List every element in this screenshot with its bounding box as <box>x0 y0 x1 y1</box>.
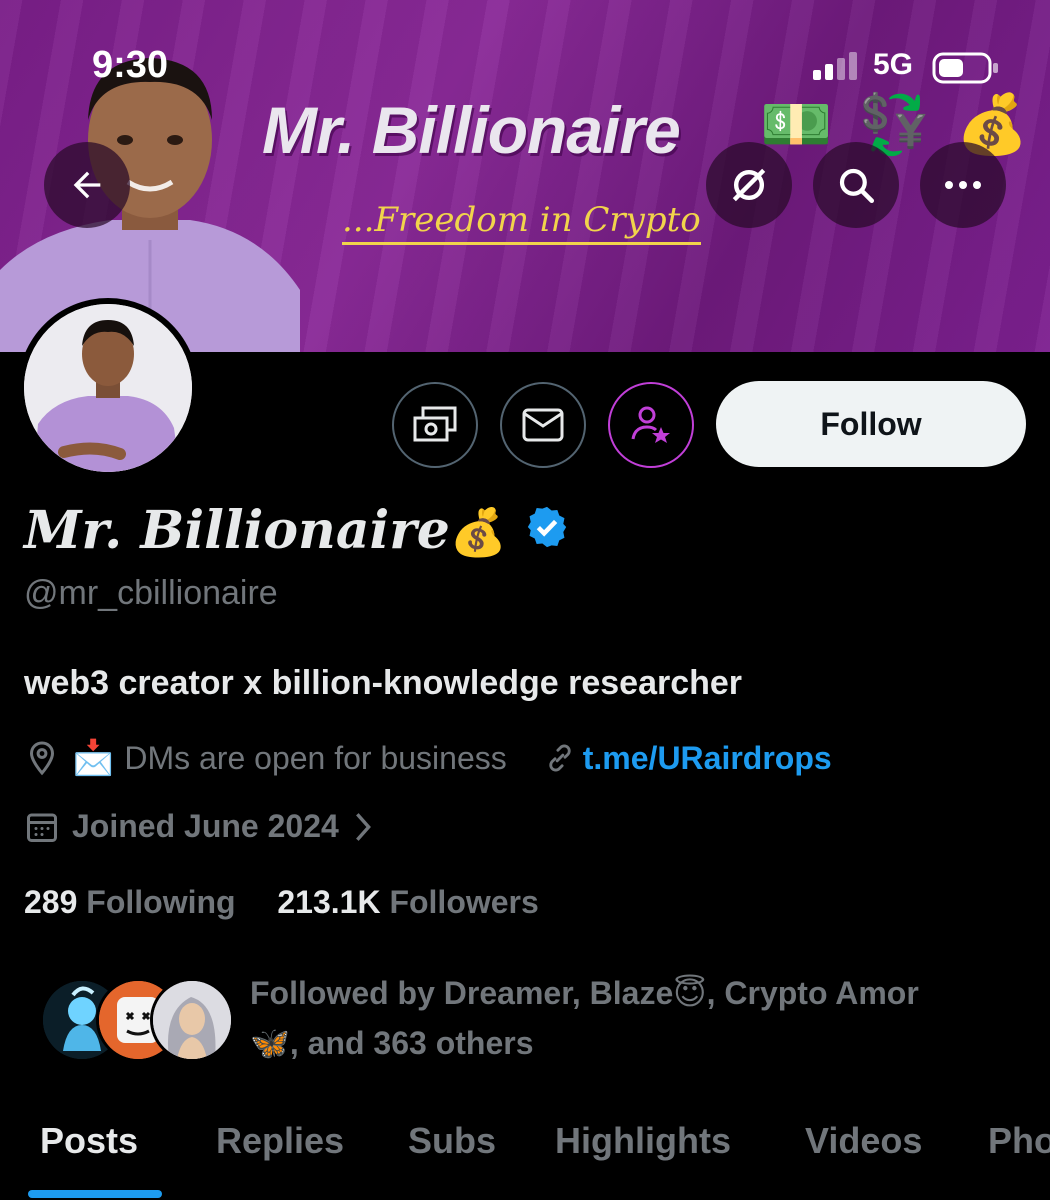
followers-count: 213.1K <box>277 884 381 920</box>
followers-link[interactable]: 213.1K Followers <box>277 884 538 920</box>
profile-meta-row: 📩 DMs are open for business t.me/URairdr… <box>24 738 832 778</box>
profile-link[interactable]: t.me/URairdrops <box>583 740 832 777</box>
followed-by-line-1: Followed by Dreamer, Blaze😇, Crypto Amor <box>250 975 919 1011</box>
grok-button[interactable] <box>706 142 792 228</box>
following-label: Following <box>86 884 236 920</box>
tab-subs[interactable]: Subs <box>408 1120 496 1162</box>
banner-title: Mr. Billionaire <box>262 93 681 167</box>
tab-photos[interactable]: Pho <box>988 1120 1050 1162</box>
arrow-left-icon <box>73 171 101 199</box>
link-icon <box>543 741 577 775</box>
search-button[interactable] <box>813 142 899 228</box>
followed-by-line-2: 🦋, and 363 others <box>250 1025 534 1061</box>
followers-label: Followers <box>389 884 539 920</box>
joined-row[interactable]: Joined June 2024 <box>24 808 387 845</box>
message-button[interactable] <box>500 382 586 468</box>
follower-avatar <box>150 978 234 1062</box>
verified-badge-icon[interactable] <box>524 504 570 550</box>
profile-bio: web3 creator x billion-knowledge researc… <box>24 664 743 702</box>
location-text: DMs are open for business <box>124 739 507 776</box>
followed-by-avatars[interactable] <box>40 978 240 1064</box>
following-count: 289 <box>24 884 78 920</box>
envelope-arrow-emoji: 📩 <box>72 739 115 777</box>
follow-button[interactable]: Follow <box>716 381 1026 467</box>
person-star-icon <box>631 406 670 443</box>
avatar-photo <box>24 304 192 472</box>
back-button[interactable] <box>44 142 130 228</box>
banner-money-emoji: 💵 <box>760 92 833 157</box>
status-time: 9:30 <box>92 44 169 86</box>
battery-icon <box>932 52 998 84</box>
display-name-text: Mr. Billionaire <box>24 500 450 561</box>
follow-counts: 289 Following 213.1K Followers <box>24 884 539 921</box>
calendar-icon <box>24 809 60 845</box>
more-horizontal-icon <box>945 181 981 189</box>
profile-tabs: Posts Replies Subs Highlights Videos Pho <box>0 1110 1050 1200</box>
notify-button[interactable] <box>608 382 694 468</box>
banner-tagline: ...Freedom in Crypto <box>342 200 701 245</box>
subscribe-button[interactable] <box>392 382 478 468</box>
more-button[interactable] <box>920 142 1006 228</box>
money-icon <box>413 406 457 442</box>
signal-icon <box>813 52 857 80</box>
active-tab-indicator <box>28 1190 162 1198</box>
tab-videos[interactable]: Videos <box>805 1120 922 1162</box>
tab-highlights[interactable]: Highlights <box>555 1120 731 1162</box>
profile-handle: @mr_cbillionaire <box>24 574 278 612</box>
display-name: Mr. Billionaire💰 <box>24 500 507 561</box>
moneybag-emoji: 💰 <box>449 505 508 559</box>
search-icon <box>839 168 875 204</box>
followed-by-text[interactable]: Followed by Dreamer, Blaze😇, Crypto Amor… <box>250 968 1030 1068</box>
tab-posts[interactable]: Posts <box>40 1120 138 1162</box>
following-link[interactable]: 289 Following <box>24 884 236 920</box>
chevron-right-icon <box>351 810 375 844</box>
envelope-icon <box>522 408 564 442</box>
joined-text: Joined June 2024 <box>72 808 339 844</box>
grok-icon <box>732 168 766 202</box>
tab-replies[interactable]: Replies <box>216 1120 344 1162</box>
location-pin-icon <box>24 740 60 776</box>
profile-avatar[interactable] <box>18 298 198 478</box>
network-label: 5G <box>873 48 914 81</box>
